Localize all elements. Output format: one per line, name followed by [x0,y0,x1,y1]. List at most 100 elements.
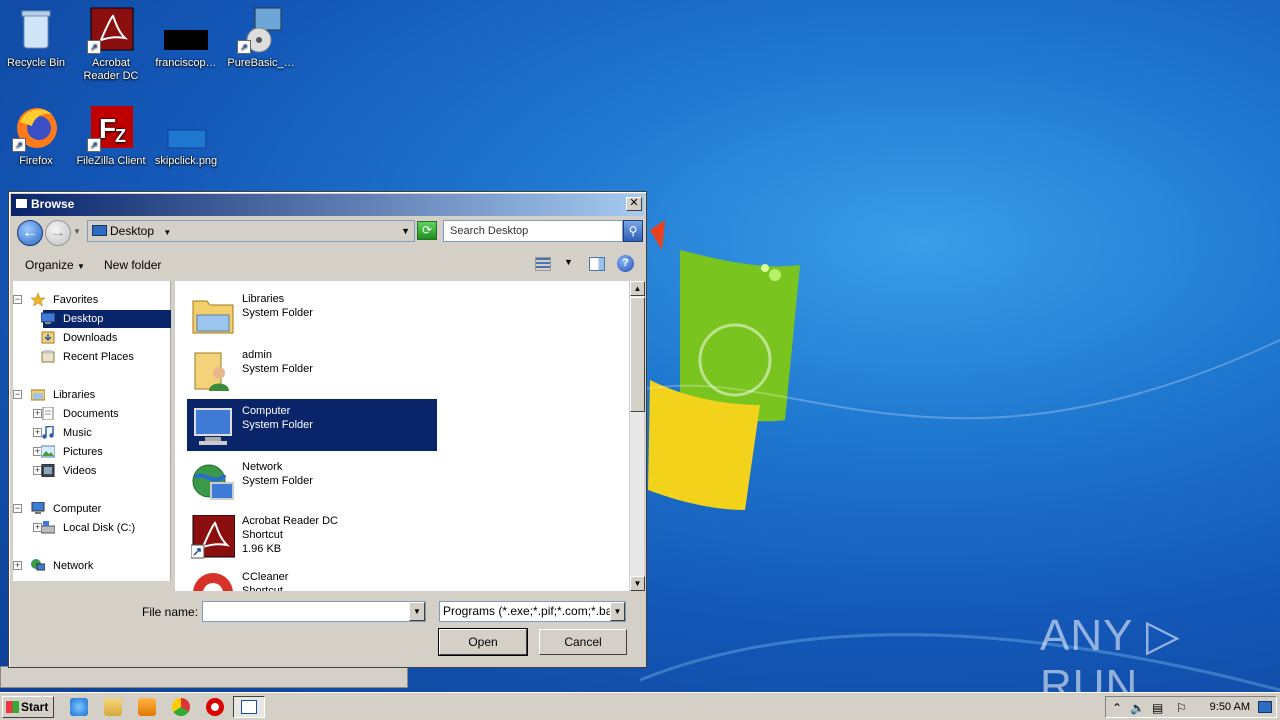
collapse-icon[interactable]: − [13,504,22,513]
file-explorer-icon[interactable] [104,698,122,716]
show-hidden-icons-icon[interactable]: ⌃ [1112,701,1122,715]
new-folder-button[interactable]: New folder [104,258,161,272]
background-window-edge [0,666,408,688]
tree-item-pictures[interactable]: + Pictures [33,443,111,461]
file-item-computer[interactable]: Computer System Folder [187,399,437,451]
tree-item-libraries[interactable]: − Libraries [13,386,103,404]
desktop-icon-recycle-bin[interactable]: Recycle Bin [0,6,74,70]
desktop-icon-franciscop[interactable]: franciscop… [148,6,224,70]
address-crumb[interactable]: Desktop [110,224,154,238]
change-view-icon[interactable] [535,257,551,271]
network-tray-icon[interactable]: ▤ [1152,701,1163,715]
dialog-titlebar[interactable]: Browse ✕ [11,194,644,216]
filter-dropdown-icon[interactable]: ▼ [610,602,625,621]
tree-item-favorites[interactable]: − Favorites [13,291,106,309]
refresh-button[interactable]: ⟳ [417,221,437,240]
black-file-icon [162,6,210,54]
address-dropdown-icon[interactable]: ▼ [401,221,410,241]
tree-item-local-disk[interactable]: + Local Disk (C:) [33,519,143,537]
clock[interactable]: 9:50 AM [1210,701,1250,713]
dialog-window-icon [241,700,257,714]
acrobat-icon [191,515,235,559]
start-button[interactable]: Start [2,696,54,718]
close-button[interactable]: ✕ [626,197,642,211]
preview-pane-icon[interactable] [589,257,605,271]
desktop-icon-acrobat[interactable]: ↗ Acrobat Reader DC [73,6,149,83]
file-type-filter[interactable]: Programs (*.exe;*.pif;*.com;*.bat [439,601,626,622]
tree-item-music[interactable]: + Music [33,424,100,442]
file-item-ccleaner[interactable]: CCleaner Shortcut [187,565,437,591]
tree-item-computer[interactable]: − Computer [13,500,109,518]
documents-icon [42,407,54,420]
opera-icon[interactable] [206,698,224,716]
shortcut-arrow-icon: ↗ [237,40,251,54]
tree-item-desktop[interactable]: Desktop [41,310,171,328]
collapse-icon[interactable]: − [13,390,22,399]
show-desktop-icon[interactable] [1258,701,1272,713]
search-input[interactable]: Search Desktop [443,220,623,242]
file-list-scrollbar[interactable]: ▲ ▼ [629,281,645,591]
acrobat-icon: ↗ [87,6,135,54]
tree-item-network[interactable]: + Network [13,557,101,575]
desktop-icon-filezilla[interactable]: FZ ↗ FileZilla Client [73,104,149,168]
tree-item-documents[interactable]: + Documents [33,405,127,423]
browse-dialog: Browse ✕ ← → ▼ Desktop ▼ ▼ ⟳ Search Desk… [8,191,647,668]
tree-item-recent-places[interactable]: Recent Places [41,348,142,366]
user-folder-icon [194,352,229,391]
libraries-folder-icon [192,300,234,334]
volume-icon[interactable]: 🔈 [1130,701,1145,715]
desktop-folder-icon [92,225,107,236]
network-icon [192,464,234,500]
filezilla-icon: FZ ↗ [87,104,135,152]
downloads-icon [41,331,55,344]
address-bar[interactable]: Desktop ▼ ▼ [87,220,415,242]
image-file-icon [162,104,210,152]
chrome-icon[interactable] [172,698,190,716]
history-dropdown-icon[interactable]: ▼ [73,227,81,236]
expand-icon[interactable]: + [13,561,22,570]
file-list: Libraries System Folder admin System Fol… [175,281,631,591]
help-icon[interactable]: ? [617,255,634,272]
open-button[interactable]: Open [438,628,528,656]
desktop-icon-firefox[interactable]: ↗ Firefox [0,104,74,168]
svg-text:F: F [99,113,116,144]
computer-icon [31,502,45,514]
view-dropdown-icon[interactable]: ▼ [564,257,573,267]
network-icon [31,559,45,571]
action-center-flag-icon[interactable]: ⚐ [1176,701,1187,715]
window-icon [15,198,28,209]
hard-drive-icon [41,521,55,534]
music-icon [42,426,54,439]
svg-text:Z: Z [115,126,126,146]
shortcut-arrow-icon: ↗ [12,138,26,152]
file-name-dropdown-icon[interactable]: ▼ [409,602,425,621]
back-button[interactable]: ← [17,220,43,246]
tree-item-downloads[interactable]: Downloads [41,329,125,347]
taskbar-browse-dialog[interactable] [233,696,265,718]
scroll-up-icon[interactable]: ▲ [630,281,645,296]
pictures-icon [41,445,55,458]
forward-button[interactable]: → [45,220,71,246]
command-toolbar: Organize ▼ New folder ▼ ? [13,252,644,278]
file-item-network[interactable]: Network System Folder [187,455,437,507]
file-item-libraries[interactable]: Libraries System Folder [187,287,437,339]
tree-item-videos[interactable]: + Videos [33,462,104,480]
file-item-admin[interactable]: admin System Folder [187,343,437,395]
navigation-bar: ← → ▼ Desktop ▼ ▼ ⟳ Search Desktop ⚲ [13,218,644,248]
search-icon[interactable]: ⚲ [623,220,643,242]
scroll-thumb[interactable] [630,297,645,412]
internet-explorer-icon[interactable] [70,698,88,716]
file-name-input[interactable] [202,601,426,622]
taskbar: Start ⌃ 🔈 ▤ ⚐ 9:50 AM [0,692,1280,720]
desktop-icon-purebasic[interactable]: ↗ PureBasic_… [223,6,299,70]
media-player-icon[interactable] [138,698,156,716]
collapse-icon[interactable]: − [13,295,22,304]
shortcut-arrow-icon: ↗ [87,138,101,152]
file-item-acrobat-shortcut[interactable]: Acrobat Reader DC Shortcut 1.96 KB [187,509,437,561]
crumb-arrow-icon[interactable]: ▼ [163,228,171,237]
desktop-icon-skipclick[interactable]: skipclick.png [148,104,224,168]
system-tray: ⌃ 🔈 ▤ ⚐ 9:50 AM [1105,696,1277,718]
scroll-down-icon[interactable]: ▼ [630,576,645,591]
organize-button[interactable]: Organize ▼ [25,258,85,272]
cancel-button[interactable]: Cancel [539,629,627,655]
